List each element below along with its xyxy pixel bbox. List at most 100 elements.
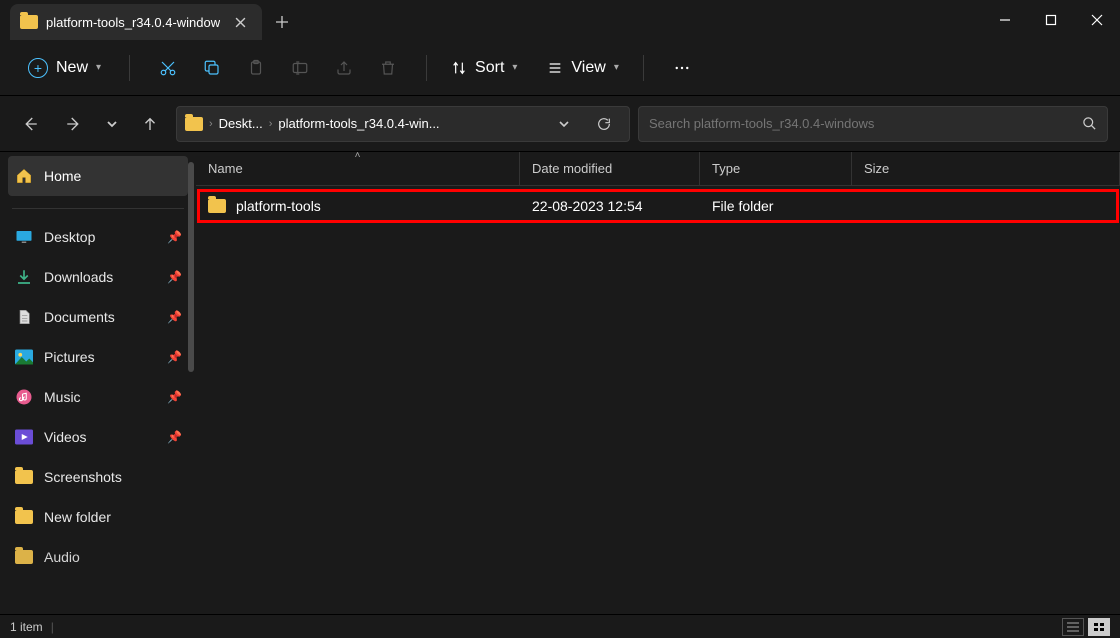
- sidebar-item-label: Pictures: [44, 349, 95, 365]
- chevron-down-icon: ▾: [96, 62, 101, 73]
- address-bar[interactable]: › Deskt... › platform-tools_r34.0.4-win.…: [176, 106, 630, 142]
- sidebar-item-documents[interactable]: Documents 📌: [0, 297, 196, 337]
- large-icons-view-button[interactable]: [1088, 618, 1110, 636]
- item-count: 1 item: [10, 620, 43, 634]
- file-type: File folder: [700, 198, 852, 214]
- maximize-button[interactable]: [1028, 0, 1074, 40]
- search-box[interactable]: [638, 106, 1108, 142]
- forward-button[interactable]: [56, 106, 92, 142]
- navigation-pane: Home Desktop 📌 Downloads 📌: [0, 152, 196, 614]
- back-button[interactable]: [12, 106, 48, 142]
- video-icon: [14, 427, 34, 447]
- folder-icon: [14, 507, 34, 527]
- sidebar-item-newfolder[interactable]: New folder: [0, 497, 196, 537]
- tab-close-button[interactable]: [228, 10, 252, 34]
- sidebar-scrollbar[interactable]: [188, 162, 194, 372]
- sidebar-item-downloads[interactable]: Downloads 📌: [0, 257, 196, 297]
- sidebar-item-label: Home: [44, 168, 81, 184]
- minimize-button[interactable]: [982, 0, 1028, 40]
- file-row[interactable]: platform-tools 22-08-2023 12:54 File fol…: [196, 188, 1120, 224]
- delete-button[interactable]: [368, 48, 408, 88]
- folder-icon: [20, 15, 38, 29]
- home-icon: [14, 166, 34, 186]
- sidebar-item-audio[interactable]: Audio: [0, 537, 196, 577]
- details-view-button[interactable]: [1062, 618, 1084, 636]
- sidebar-item-pictures[interactable]: Pictures 📌: [0, 337, 196, 377]
- title-bar: platform-tools_r34.0.4-window: [0, 0, 1120, 40]
- sidebar-item-videos[interactable]: Videos 📌: [0, 417, 196, 457]
- sidebar-item-label: Downloads: [44, 269, 113, 285]
- sidebar-item-label: Documents: [44, 309, 115, 325]
- up-button[interactable]: [132, 106, 168, 142]
- download-icon: [14, 267, 34, 287]
- refresh-button[interactable]: [587, 107, 621, 141]
- desktop-icon: [14, 227, 34, 247]
- picture-icon: [14, 347, 34, 367]
- sidebar-item-label: Music: [44, 389, 81, 405]
- tab-title: platform-tools_r34.0.4-window: [46, 15, 220, 30]
- breadcrumb-item[interactable]: platform-tools_r34.0.4-win...: [278, 116, 439, 131]
- pin-icon: 📌: [167, 230, 182, 244]
- column-header-date[interactable]: Date modified: [520, 152, 700, 185]
- plus-circle-icon: +: [28, 58, 48, 78]
- pin-icon: 📌: [167, 430, 182, 444]
- new-tab-button[interactable]: [262, 4, 302, 40]
- breadcrumb-item[interactable]: Deskt...: [219, 116, 263, 131]
- more-button[interactable]: [662, 48, 702, 88]
- document-icon: [14, 307, 34, 327]
- separator: [12, 208, 184, 209]
- separator: [129, 55, 130, 81]
- sidebar-item-screenshots[interactable]: Screenshots: [0, 457, 196, 497]
- separator: [426, 55, 427, 81]
- chevron-down-icon: ▾: [512, 62, 517, 73]
- chevron-down-icon: ▾: [614, 62, 619, 73]
- paste-button[interactable]: [236, 48, 276, 88]
- pin-icon: 📌: [167, 310, 182, 324]
- pin-icon: 📌: [167, 350, 182, 364]
- recent-locations-button[interactable]: [100, 106, 124, 142]
- search-input[interactable]: [649, 116, 1074, 131]
- cut-button[interactable]: [148, 48, 188, 88]
- chevron-right-icon: ›: [209, 118, 213, 130]
- address-dropdown-button[interactable]: [547, 107, 581, 141]
- view-button[interactable]: View ▾: [541, 59, 624, 77]
- separator: |: [51, 620, 54, 634]
- sidebar-item-label: Videos: [44, 429, 87, 445]
- file-name: platform-tools: [236, 198, 321, 214]
- sidebar-item-label: Screenshots: [44, 469, 122, 485]
- separator: [643, 55, 644, 81]
- command-toolbar: + New ▾ Sort ▾ View: [0, 40, 1120, 96]
- column-header-type[interactable]: Type: [700, 152, 852, 185]
- navigation-row: › Deskt... › platform-tools_r34.0.4-win.…: [0, 96, 1120, 152]
- sidebar-item-music[interactable]: Music 📌: [0, 377, 196, 417]
- folder-icon: [185, 117, 203, 131]
- music-icon: [14, 387, 34, 407]
- sort-indicator-icon: ˄: [355, 150, 361, 161]
- sidebar-item-desktop[interactable]: Desktop 📌: [0, 217, 196, 257]
- list-icon: [547, 60, 563, 76]
- search-icon[interactable]: [1074, 116, 1097, 131]
- folder-icon: [14, 467, 34, 487]
- column-header-name[interactable]: ˄ Name: [196, 152, 520, 185]
- window-tab[interactable]: platform-tools_r34.0.4-window: [10, 4, 262, 40]
- rename-button[interactable]: [280, 48, 320, 88]
- folder-icon: [208, 199, 226, 213]
- new-button[interactable]: + New ▾: [18, 52, 111, 84]
- sidebar-item-label: Audio: [44, 549, 80, 565]
- share-button[interactable]: [324, 48, 364, 88]
- sidebar-item-home[interactable]: Home: [8, 156, 188, 196]
- close-button[interactable]: [1074, 0, 1120, 40]
- sidebar-item-label: New folder: [44, 509, 111, 525]
- pin-icon: 📌: [167, 390, 182, 404]
- folder-icon: [14, 547, 34, 567]
- column-header-size[interactable]: Size: [852, 152, 1120, 185]
- sort-icon: [451, 60, 467, 76]
- sort-label: Sort: [475, 59, 504, 77]
- status-bar: 1 item |: [0, 614, 1120, 638]
- sort-button[interactable]: Sort ▾: [445, 59, 523, 77]
- pin-icon: 📌: [167, 270, 182, 284]
- view-label: View: [571, 59, 605, 77]
- sidebar-item-label: Desktop: [44, 229, 95, 245]
- copy-button[interactable]: [192, 48, 232, 88]
- column-headers: ˄ Name Date modified Type Size: [196, 152, 1120, 186]
